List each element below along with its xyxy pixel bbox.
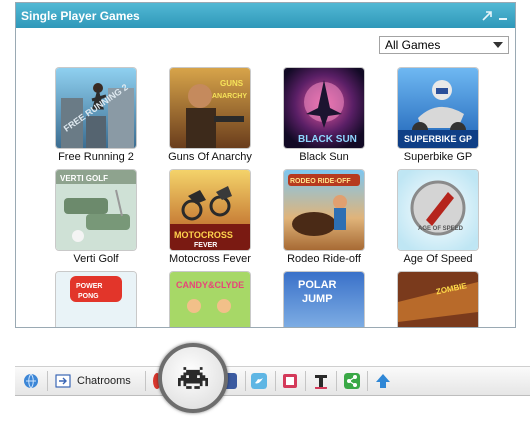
toolbar-separator	[336, 371, 337, 391]
globe-button[interactable]	[23, 372, 39, 390]
game-name[interactable]: Superbike GP	[404, 151, 472, 163]
twitter-button[interactable]	[251, 372, 267, 390]
game-name[interactable]: Verti Golf	[73, 253, 118, 265]
svg-text:POWER: POWER	[76, 283, 102, 290]
game-name[interactable]: Black Sun	[299, 151, 349, 163]
svg-text:VERTI GOLF: VERTI GOLF	[60, 174, 108, 183]
game-tile[interactable]: SUPERBIKE GP Superbike GP	[381, 68, 495, 163]
svg-text:RODEO RIDE-OFF: RODEO RIDE-OFF	[290, 178, 351, 185]
game-tile[interactable]: ZOMBIE	[381, 272, 495, 327]
minimize-icon[interactable]	[497, 10, 509, 22]
svg-text:JUMP: JUMP	[302, 293, 333, 305]
toolbar-separator	[245, 371, 246, 391]
game-tile[interactable]: RODEO RIDE-OFF Rodeo Ride-off	[267, 170, 381, 265]
game-thumbnail[interactable]: MOTOCROSS FEVER	[170, 170, 250, 250]
game-thumbnail[interactable]: POWER PONG	[56, 272, 136, 327]
chatrooms-icon	[55, 374, 71, 388]
svg-text:ANARCHY: ANARCHY	[212, 93, 247, 100]
chatrooms-button[interactable]: Chatrooms	[55, 372, 131, 390]
chevron-down-icon	[493, 41, 503, 48]
game-thumbnail[interactable]: SUPERBIKE GP	[398, 68, 478, 148]
game-tile[interactable]: POWER PONG	[39, 272, 153, 327]
game-tile[interactable]: MOTOCROSS FEVER Motocross Fever	[153, 170, 267, 265]
game-thumbnail[interactable]: POLAR JUMP	[284, 272, 364, 327]
game-tile[interactable]: BLACK SUN Black Sun	[267, 68, 381, 163]
toolbar-separator	[275, 371, 276, 391]
panel-header: Single Player Games	[16, 3, 515, 28]
toolbar-separator	[145, 371, 146, 391]
twitter-icon	[251, 373, 267, 389]
game-name[interactable]: Rodeo Ride-off	[287, 253, 361, 265]
game-thumbnail[interactable]: FREE RUNNING 2	[56, 68, 136, 148]
svg-text:AGE OF SPEED: AGE OF SPEED	[418, 226, 464, 232]
game-tile[interactable]: VERTI GOLF Verti Golf	[39, 170, 153, 265]
game-thumbnail[interactable]: CANDY&CLYDE	[170, 272, 250, 327]
game-filter-select[interactable]: All Games	[379, 36, 509, 54]
expand-arrow-icon[interactable]	[481, 10, 493, 22]
scroll-up-button[interactable]	[375, 372, 391, 390]
panel-title: Single Player Games	[21, 8, 140, 23]
game-thumbnail[interactable]: BLACK SUN	[284, 68, 364, 148]
text-button[interactable]	[313, 372, 329, 390]
text-icon	[315, 375, 327, 389]
game-name[interactable]: Free Running 2	[58, 151, 134, 163]
game-thumbnail[interactable]: ZOMBIE	[398, 272, 478, 327]
filter-selected-value: All Games	[385, 38, 441, 52]
notes-icon	[283, 374, 297, 388]
svg-text:PONG: PONG	[78, 293, 99, 300]
svg-text:CANDY&CLYDE: CANDY&CLYDE	[176, 280, 244, 290]
svg-text:POLAR: POLAR	[298, 279, 337, 291]
game-name[interactable]: Guns Of Anarchy	[168, 151, 252, 163]
toolbar-separator	[47, 371, 48, 391]
scroll-up-icon	[376, 374, 390, 388]
toolbar-separator	[367, 371, 368, 391]
game-thumbnail[interactable]: GUNS ANARCHY	[170, 68, 250, 148]
game-tile[interactable]: FREE RUNNING 2 Free Running 2	[39, 68, 153, 163]
game-tile[interactable]: CANDY&CLYDE	[153, 272, 267, 327]
svg-text:SUPERBIKE GP: SUPERBIKE GP	[404, 134, 472, 144]
game-name[interactable]: Motocross Fever	[169, 253, 251, 265]
svg-text:MOTOCROSS: MOTOCROSS	[174, 230, 233, 240]
chatrooms-label: Chatrooms	[77, 375, 131, 387]
game-grid: FREE RUNNING 2 Free Running 2 GUNS ANARC…	[39, 68, 499, 327]
svg-text:GUNS: GUNS	[220, 79, 244, 88]
game-tile[interactable]: AGE OF SPEED Age Of Speed	[381, 170, 495, 265]
globe-icon	[24, 373, 38, 389]
games-panel: Single Player Games All Games FREE RUNNI…	[15, 2, 516, 328]
toolbar-separator	[305, 371, 306, 391]
games-invader-button[interactable]	[158, 343, 228, 413]
share-button[interactable]	[344, 372, 360, 390]
game-name[interactable]: Age Of Speed	[403, 253, 472, 265]
game-thumbnail[interactable]: AGE OF SPEED	[398, 170, 478, 250]
game-thumbnail[interactable]: RODEO RIDE-OFF	[284, 170, 364, 250]
svg-text:BLACK SUN: BLACK SUN	[298, 134, 357, 145]
bottom-toolbar: Chatrooms	[15, 366, 530, 396]
game-tile[interactable]: POLAR JUMP	[267, 272, 381, 327]
game-tile[interactable]: GUNS ANARCHY Guns Of Anarchy	[153, 68, 267, 163]
notes-button[interactable]	[282, 372, 298, 390]
svg-text:FEVER: FEVER	[194, 242, 217, 249]
games-invader-icon	[178, 367, 208, 389]
share-icon	[344, 373, 360, 389]
game-thumbnail[interactable]: VERTI GOLF	[56, 170, 136, 250]
